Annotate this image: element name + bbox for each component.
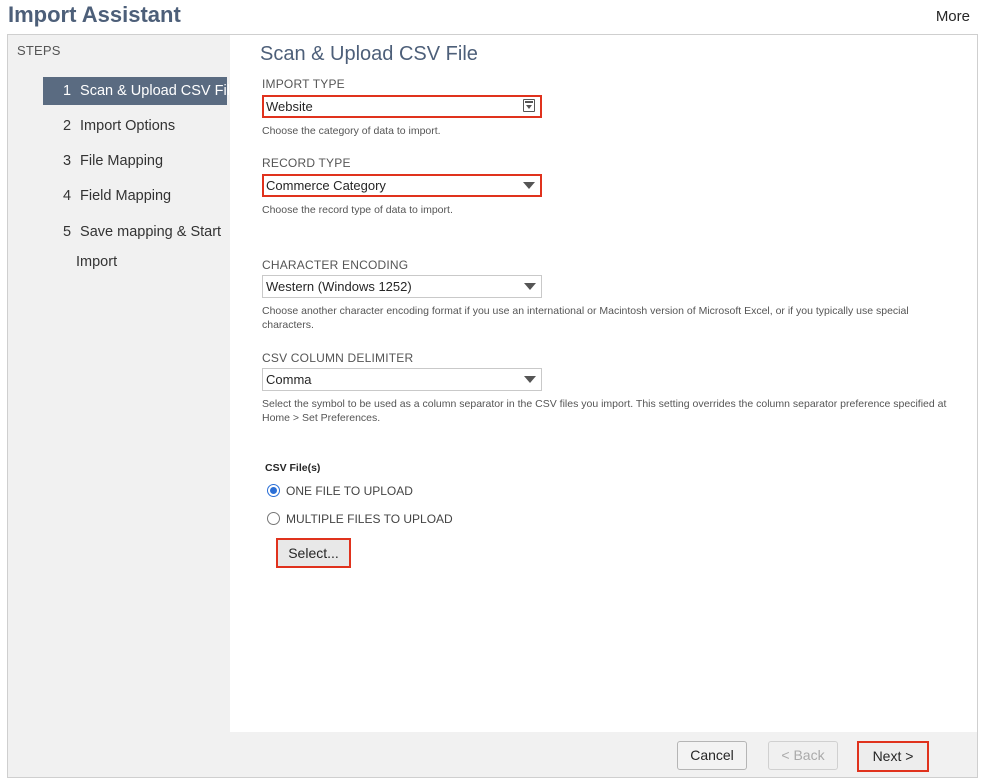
step-number: 1 [63, 83, 72, 99]
step-label: File Mapping [80, 153, 164, 169]
delimiter-value: Comma [266, 372, 312, 387]
import-type-help: Choose the category of data to import. [262, 125, 441, 137]
radio-checked-icon[interactable] [267, 484, 280, 497]
list-picker-icon[interactable] [523, 99, 535, 112]
encoding-label: CHARACTER ENCODING [262, 258, 409, 272]
main-content: Scan & Upload CSV File IMPORT TYPE Websi… [230, 35, 977, 732]
step-scan-upload[interactable]: 1 Scan & Upload CSV File [43, 77, 238, 105]
import-type-select[interactable]: Website [262, 95, 542, 118]
step-field-mapping[interactable]: 4 Field Mapping [43, 182, 227, 217]
step-number: 4 [63, 188, 72, 204]
import-type-label: IMPORT TYPE [262, 77, 345, 91]
step-label: Field Mapping [80, 188, 172, 204]
step-label-continued: Import [76, 254, 118, 270]
encoding-value: Western (Windows 1252) [266, 279, 412, 294]
step-label: Import Options [80, 118, 176, 134]
delimiter-select[interactable]: Comma [262, 368, 542, 391]
record-type-label: RECORD TYPE [262, 156, 351, 170]
page-title: Import Assistant [8, 2, 181, 27]
delimiter-help: Select the symbol to be used as a column… [262, 398, 947, 424]
step-save-mapping[interactable]: 5 Save mapping & Start Import [43, 217, 227, 277]
dropdown-arrow-icon [523, 182, 535, 189]
select-file-button[interactable]: Select... [276, 538, 351, 568]
record-type-help: Choose the record type of data to import… [262, 204, 453, 216]
step-list: 1 Scan & Upload CSV File 2 Import Option… [43, 77, 238, 277]
next-button[interactable]: Next > [857, 741, 929, 772]
steps-sidebar: STEPS 1 Scan & Upload CSV File 2 Import … [8, 35, 238, 777]
step-label: Save mapping & Start [80, 224, 222, 240]
dropdown-arrow-icon [524, 376, 536, 383]
radio-unchecked-icon[interactable] [267, 512, 280, 525]
import-assistant-panel: STEPS 1 Scan & Upload CSV File 2 Import … [7, 34, 978, 778]
one-file-option[interactable]: ONE FILE TO UPLOAD [267, 484, 413, 498]
record-type-value: Commerce Category [266, 178, 386, 193]
step-label: Scan & Upload CSV File [80, 83, 238, 99]
back-button[interactable]: < Back [768, 741, 838, 770]
steps-title: STEPS [17, 43, 61, 58]
multiple-files-option[interactable]: MULTIPLE FILES TO UPLOAD [267, 512, 453, 526]
step-number: 3 [63, 153, 72, 169]
dropdown-arrow-icon [524, 283, 536, 290]
delimiter-label: CSV COLUMN DELIMITER [262, 351, 414, 365]
step-number: 2 [63, 118, 72, 134]
multiple-files-label: MULTIPLE FILES TO UPLOAD [286, 512, 453, 526]
csv-files-label: CSV File(s) [265, 462, 321, 474]
more-link[interactable]: More [936, 8, 970, 25]
step-file-mapping[interactable]: 3 File Mapping [43, 147, 227, 182]
one-file-label: ONE FILE TO UPLOAD [286, 484, 413, 498]
cancel-button[interactable]: Cancel [677, 741, 747, 770]
record-type-select[interactable]: Commerce Category [262, 174, 542, 197]
encoding-select[interactable]: Western (Windows 1252) [262, 275, 542, 298]
encoding-help: Choose another character encoding format… [262, 305, 909, 331]
import-type-value: Website [266, 99, 313, 114]
step-import-options[interactable]: 2 Import Options [43, 112, 227, 147]
section-title: Scan & Upload CSV File [260, 43, 478, 65]
step-number: 5 [63, 224, 72, 240]
